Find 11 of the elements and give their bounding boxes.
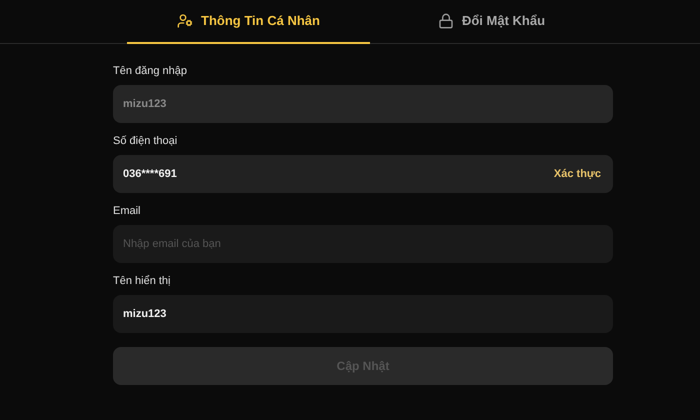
field-label: Tên đăng nhập [113, 64, 188, 78]
lock-icon [438, 13, 454, 29]
verify-link[interactable]: Xác thực [554, 167, 601, 181]
field-label: Email [113, 204, 142, 218]
tab[interactable]: Đổi Mật Khẩu [370, 0, 613, 44]
tab[interactable]: Thông Tin Cá Nhân [127, 0, 370, 44]
user-gear-icon [177, 13, 194, 29]
input-field[interactable]: Nhập email của bạn [113, 225, 613, 263]
field-label: Số điện thoại [113, 134, 178, 148]
field-label: Tên hiển thị [113, 274, 172, 288]
input-field[interactable]: mizu123 [113, 295, 613, 333]
